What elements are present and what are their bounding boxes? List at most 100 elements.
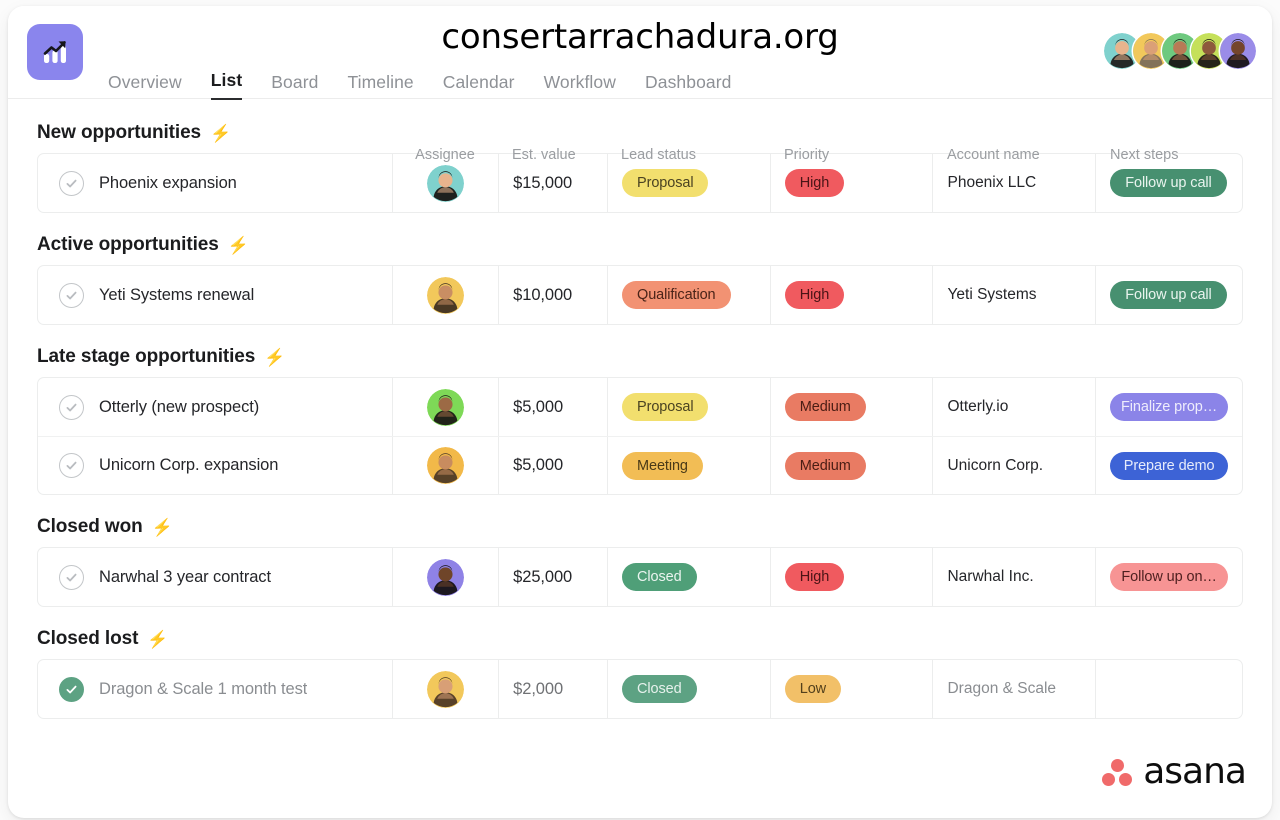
section-title[interactable]: New opportunities ⚡ [37, 122, 1243, 144]
next-steps-cell[interactable]: Prepare demo [1095, 437, 1242, 494]
priority-badge[interactable]: Medium [784, 451, 866, 480]
tab-board[interactable]: Board [271, 72, 318, 100]
checkmark-circle-icon[interactable] [59, 453, 84, 478]
task-name-label: Yeti Systems renewal [99, 285, 255, 304]
checkmark-circle-icon[interactable] [59, 564, 84, 590]
checkmark-filled-icon[interactable] [59, 676, 84, 702]
next-steps-badge[interactable]: Prepare demo [1110, 451, 1228, 480]
task-name-cell[interactable]: Phoenix expansion [38, 154, 392, 212]
account-name-cell[interactable]: Otterly.io [932, 378, 1095, 436]
task-name-label: Phoenix expansion [99, 173, 237, 192]
table-row[interactable]: Unicorn Corp. expansion $5,000 Meeting Medi… [38, 436, 1242, 494]
table-row[interactable]: Yeti Systems renewal $10,000 Qualification… [38, 266, 1242, 324]
next-steps-cell[interactable] [1095, 660, 1242, 718]
tab-workflow[interactable]: Workflow [544, 72, 616, 100]
task-name-cell[interactable]: Otterly (new prospect) [38, 378, 392, 436]
lead-status-badge[interactable]: Proposal [622, 393, 709, 421]
table-row[interactable]: Dragon & Scale 1 month test $2,000 Closed L… [38, 660, 1242, 718]
task-name-cell[interactable]: Dragon & Scale 1 month test [38, 660, 392, 718]
est-value-cell[interactable]: $2,000 [498, 660, 607, 718]
assignee-cell[interactable] [392, 437, 498, 494]
priority-cell[interactable]: Low [769, 660, 933, 718]
priority-cell[interactable]: High [769, 266, 933, 324]
priority-badge[interactable]: High [784, 169, 845, 197]
est-value-cell[interactable]: $5,000 [498, 437, 607, 494]
est-value-cell[interactable]: $5,000 [498, 378, 607, 436]
priority-badge[interactable]: High [784, 281, 845, 309]
assignee-cell[interactable] [392, 660, 498, 718]
avatar[interactable] [427, 670, 465, 708]
lead-status-badge[interactable]: Closed [622, 563, 697, 591]
checkmark-circle-icon[interactable] [59, 282, 84, 308]
assignee-cell[interactable] [392, 548, 498, 606]
lead-status-cell[interactable]: Qualification [607, 266, 770, 324]
table-row[interactable]: Phoenix expansion $15,000 Proposal High Phoe… [38, 154, 1242, 212]
priority-cell[interactable]: Medium [769, 437, 933, 494]
task-section: Active opportunities ⚡ Yeti Systems renewa… [37, 234, 1243, 325]
lead-status-cell[interactable]: Proposal [607, 378, 770, 436]
next-steps-badge[interactable]: Follow up call [1110, 169, 1227, 197]
assignee-cell[interactable] [392, 266, 498, 324]
next-steps-badge[interactable]: Follow up call [1110, 281, 1227, 309]
tab-overview[interactable]: Overview [108, 72, 182, 100]
section-title[interactable]: Closed won ⚡ [37, 516, 1243, 538]
tab-timeline[interactable]: Timeline [347, 72, 413, 100]
assignee-cell[interactable] [392, 378, 498, 436]
lead-status-badge[interactable]: Closed [622, 675, 697, 703]
priority-badge[interactable]: Medium [784, 393, 866, 421]
next-steps-cell[interactable]: Follow up on… [1095, 548, 1242, 606]
priority-badge[interactable]: Low [784, 675, 842, 703]
section-title[interactable]: Active opportunities ⚡ [37, 234, 1243, 256]
lead-status-badge[interactable]: Qualification [622, 281, 731, 309]
avatar[interactable] [427, 388, 465, 426]
tab-calendar[interactable]: Calendar [443, 72, 515, 100]
next-steps-cell[interactable]: Finalize prop… [1095, 378, 1242, 436]
next-steps-badge[interactable]: Finalize prop… [1110, 393, 1228, 421]
avatar[interactable] [427, 558, 465, 596]
app-header: consertarrachadura.org Overview List Boa… [8, 6, 1272, 100]
lead-status-badge[interactable]: Meeting [622, 451, 703, 480]
checkmark-circle-icon[interactable] [59, 394, 84, 420]
sections-container: New opportunities ⚡ Phoenix expansion $15,0… [37, 122, 1243, 719]
est-value-cell[interactable]: $15,000 [498, 154, 607, 212]
table-row[interactable]: Narwhal 3 year contract $25,000 Closed High… [38, 548, 1242, 606]
lead-status-cell[interactable]: Meeting [607, 437, 770, 494]
est-value-label: $5,000 [513, 397, 564, 416]
next-steps-cell[interactable]: Follow up call [1095, 266, 1242, 324]
avatar[interactable] [427, 447, 465, 484]
member-avatar-group[interactable] [1104, 33, 1256, 69]
avatar[interactable] [427, 276, 465, 314]
next-steps-badge[interactable]: Follow up on… [1110, 563, 1228, 591]
next-steps-cell[interactable]: Follow up call [1095, 154, 1242, 212]
checkmark-circle-icon[interactable] [59, 170, 84, 196]
account-name-cell[interactable]: Dragon & Scale [932, 660, 1095, 718]
tab-list[interactable]: List [210, 70, 243, 100]
priority-cell[interactable]: Medium [769, 378, 933, 436]
avatar[interactable] [427, 164, 465, 202]
est-value-cell[interactable]: $25,000 [498, 548, 607, 606]
task-name-cell[interactable]: Yeti Systems renewal [38, 266, 392, 324]
assignee-cell[interactable] [392, 154, 498, 212]
lead-status-cell[interactable]: Closed [607, 660, 770, 718]
priority-cell[interactable]: High [769, 154, 933, 212]
section-title-label: New opportunities [37, 122, 202, 143]
account-name-cell[interactable]: Unicorn Corp. [932, 437, 1095, 494]
lead-status-cell[interactable]: Closed [607, 548, 770, 606]
priority-cell[interactable]: High [769, 548, 933, 606]
account-name-cell[interactable]: Phoenix LLC [932, 154, 1095, 212]
lead-status-cell[interactable]: Proposal [607, 154, 770, 212]
lead-status-badge[interactable]: Proposal [622, 169, 709, 197]
tab-dashboard[interactable]: Dashboard [645, 72, 732, 100]
member-avatar-5[interactable] [1220, 33, 1256, 69]
table-row[interactable]: Otterly (new prospect) $5,000 Proposal Medi… [38, 378, 1242, 436]
section-title[interactable]: Closed lost ⚡ [37, 628, 1243, 650]
task-name-cell[interactable]: Narwhal 3 year contract [38, 548, 392, 606]
section-title-label: Closed won [37, 516, 143, 537]
account-name-cell[interactable]: Yeti Systems [932, 266, 1095, 324]
task-name-cell[interactable]: Unicorn Corp. expansion [38, 437, 392, 494]
account-name-cell[interactable]: Narwhal Inc. [932, 548, 1095, 606]
section-title[interactable]: Late stage opportunities ⚡ [37, 346, 1243, 368]
section-title-label: Late stage opportunities [37, 346, 256, 367]
est-value-cell[interactable]: $10,000 [498, 266, 607, 324]
priority-badge[interactable]: High [784, 563, 845, 591]
